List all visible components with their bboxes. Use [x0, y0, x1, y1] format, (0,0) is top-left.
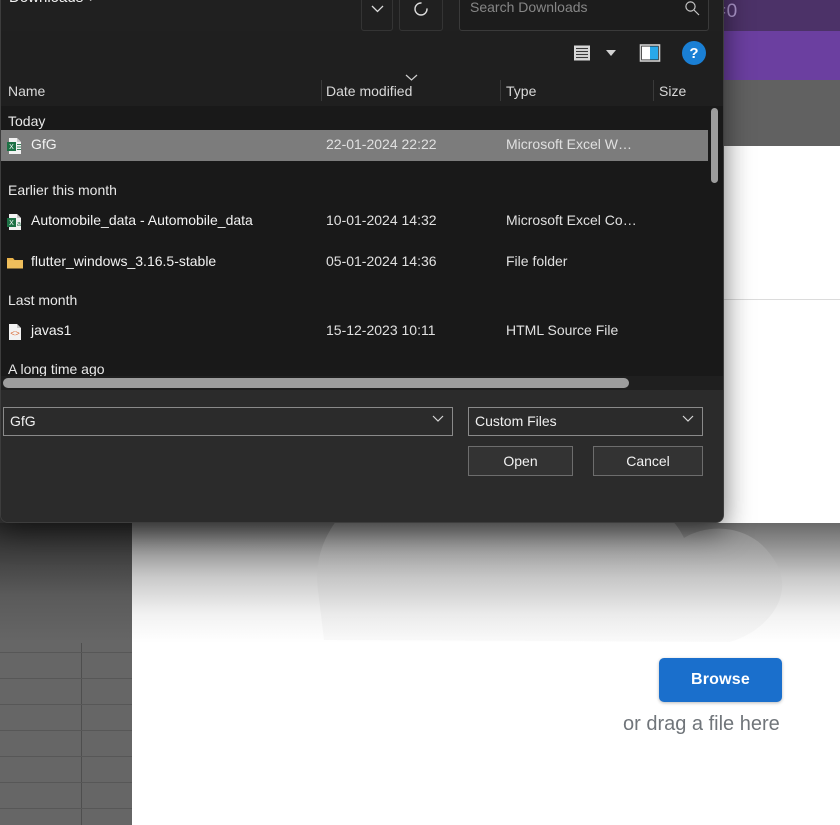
search-input[interactable]: Search Downloads	[459, 0, 709, 31]
chevron-down-icon[interactable]	[682, 415, 694, 426]
column-header-type[interactable]: Type	[506, 75, 536, 106]
help-button[interactable]: ?	[682, 41, 706, 65]
file-type-filter-dropdown[interactable]: Custom Files	[468, 407, 703, 436]
horizontal-scrollbar[interactable]	[1, 376, 723, 390]
file-name: Automobile_data - Automobile_data	[31, 212, 253, 228]
table-row[interactable]: X GfG 22-01-2024 22:22 Microsoft Excel W…	[1, 130, 708, 161]
table-row[interactable]: flutter_windows_3.16.5-stable 05-01-2024…	[1, 247, 708, 278]
background-white-zone	[709, 146, 840, 300]
horizontal-scrollbar-thumb[interactable]	[3, 378, 629, 388]
open-button[interactable]: Open	[468, 446, 573, 476]
group-label-earlier-this-month: Earlier this month	[8, 182, 117, 198]
chevron-down-icon[interactable]	[601, 39, 621, 67]
column-header-date-modified[interactable]: Date modified	[326, 75, 412, 106]
group-label-last-month: Last month	[8, 292, 78, 308]
dialog-toolbar: ?	[1, 31, 723, 75]
cancel-button[interactable]: Cancel	[593, 446, 703, 476]
vertical-scrollbar[interactable]	[708, 106, 723, 376]
background-purple-band	[709, 31, 840, 80]
table-row[interactable]: <> javas1 15-12-2023 10:11 HTML Source F…	[1, 316, 708, 347]
file-type-filter-value: Custom Files	[475, 413, 557, 429]
chevron-down-icon[interactable]	[432, 415, 444, 426]
column-header-size[interactable]: Size	[659, 75, 686, 106]
sort-ascending-chevron	[405, 72, 418, 84]
excel-csv-icon: X a	[6, 213, 24, 231]
search-icon[interactable]	[684, 0, 700, 19]
file-date-modified: 15-12-2023 10:11	[326, 322, 436, 338]
filename-value: GfG	[10, 413, 36, 429]
background-purple-header: =0	[709, 0, 840, 31]
background-gray-band	[709, 80, 840, 146]
browse-button[interactable]: Browse	[659, 658, 782, 702]
file-list[interactable]: Today X GfG 22-01-2024 22:22 Microsoft E	[1, 106, 723, 376]
drag-file-hint: or drag a file here	[623, 713, 780, 735]
preview-pane-icon[interactable]	[635, 39, 665, 67]
column-header-row: Name Date modified Type Size	[1, 72, 723, 106]
group-label-today: Today	[8, 113, 46, 129]
filename-input[interactable]: GfG	[3, 407, 453, 436]
svg-text:X: X	[9, 220, 14, 227]
html-file-icon: <>	[6, 323, 24, 341]
file-name: GfG	[31, 136, 57, 152]
file-date-modified: 10-01-2024 14:32	[326, 212, 437, 228]
file-open-dialog: Downloads › Search Downloads	[0, 0, 724, 523]
dialog-form-area: GfG Custom Files Open Cancel	[1, 390, 723, 522]
file-type: Microsoft Excel W…	[506, 136, 633, 152]
file-type: Microsoft Excel Co…	[506, 212, 637, 228]
vertical-scrollbar-thumb[interactable]	[711, 108, 718, 183]
chevron-down-icon[interactable]	[361, 0, 393, 31]
table-row[interactable]: X a Automobile_data - Automobile_data 10…	[1, 206, 708, 237]
spreadsheet-grid	[0, 523, 132, 825]
breadcrumb[interactable]: Downloads ›	[9, 0, 99, 6]
svg-text:a: a	[17, 221, 21, 228]
svg-text:<>: <>	[10, 330, 20, 339]
breadcrumb-current[interactable]: Downloads	[9, 0, 83, 6]
file-type: File folder	[506, 253, 568, 269]
folder-icon	[6, 254, 24, 272]
file-date-modified: 22-01-2024 22:22	[326, 136, 437, 152]
dialog-navigation-bar: Downloads › Search Downloads	[1, 0, 723, 31]
refresh-icon[interactable]	[399, 0, 443, 31]
file-name: flutter_windows_3.16.5-stable	[31, 253, 217, 269]
list-view-icon[interactable]	[567, 39, 597, 67]
excel-worksheet-icon: X	[6, 137, 24, 155]
file-date-modified: 05-01-2024 14:36	[326, 253, 437, 269]
file-type: HTML Source File	[506, 322, 619, 338]
search-placeholder-text: Search Downloads	[470, 0, 588, 15]
background-divider	[709, 299, 840, 300]
group-label-a-long-time-ago: A long time ago	[8, 361, 105, 376]
file-name: javas1	[31, 322, 72, 338]
svg-text:X: X	[9, 144, 14, 151]
column-header-name[interactable]: Name	[8, 75, 45, 106]
breadcrumb-separator-icon: ›	[89, 0, 93, 5]
